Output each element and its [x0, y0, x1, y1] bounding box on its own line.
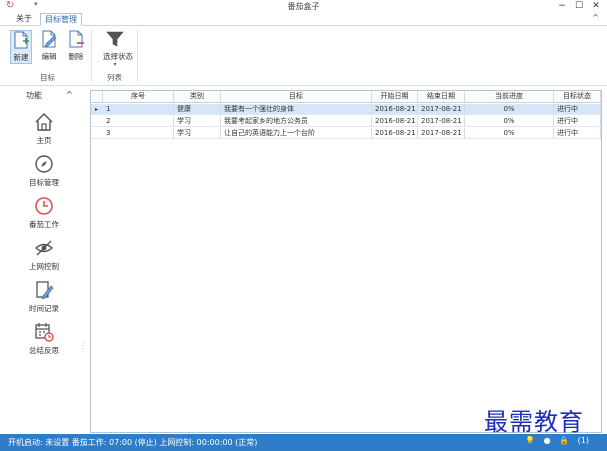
table-row[interactable]: 2 学习 我要考起家乡的地方公务员 2016-08-21 2017-08-21 … [91, 116, 601, 127]
nav-item-pomodoro[interactable]: 番茄工作 [20, 196, 68, 230]
nav-item-home[interactable]: 主页 [20, 112, 68, 146]
new-button-label: 新建 [13, 53, 29, 62]
eye-off-icon [34, 240, 54, 256]
cell-category: 学习 [174, 128, 221, 139]
maximize-button[interactable]: ☐ [572, 0, 586, 12]
table-row[interactable]: ▸ 1 健康 我要有一个强壮的身体 2016-08-21 2017-08-21 … [91, 104, 601, 115]
list-group-label: 列表 [107, 73, 122, 82]
cell-status: 进行中 [554, 128, 601, 139]
cell-goal: 我要有一个强壮的身体 [221, 104, 372, 115]
column-header-start-date[interactable]: 开始日期 [372, 91, 418, 102]
nav-item-internet-control[interactable]: 上网控制 [20, 238, 68, 272]
column-header-status[interactable]: 目标状态 [554, 91, 601, 102]
cell-progress: 0% [465, 104, 554, 115]
compass-icon [35, 155, 53, 173]
ribbon-collapse-button[interactable]: ^ [592, 13, 599, 22]
pencil-edit-icon [36, 281, 54, 300]
nav-item-summary[interactable]: 总结反思 [20, 322, 68, 356]
delete-button-label: 删除 [68, 52, 84, 61]
tab-about[interactable]: 关于 [12, 13, 36, 26]
ribbon-panel: 新建 编辑 删除 目标 选择状态 ▾ 列表 [0, 26, 607, 86]
cell-no: 1 [103, 104, 174, 115]
tomato-icon[interactable]: ● [544, 436, 551, 445]
delete-button[interactable]: 删除 [65, 30, 87, 64]
nav-item-label: 上网控制 [29, 262, 59, 271]
close-button[interactable]: ✕ [589, 0, 603, 12]
delete-document-icon [69, 30, 84, 48]
cell-end-date: 2017-08-21 [418, 116, 465, 127]
chevron-down-icon: ▾ [113, 61, 117, 68]
table-row[interactable]: 3 学习 让自己的英语能力上一个台阶 2016-08-21 2017-08-21… [91, 128, 601, 139]
cell-category: 健康 [174, 104, 221, 115]
cell-start-date: 2016-08-21 [372, 104, 418, 115]
nav-collapse-button[interactable]: ^ [66, 90, 73, 99]
clock-icon [35, 197, 53, 215]
nav-item-label: 番茄工作 [29, 220, 59, 229]
goal-grid: 序号 类别 目标 开始日期 结束日期 当前进度 目标状态 ▸ 1 健康 我要有一… [90, 90, 602, 433]
status-count: (1) [577, 436, 589, 445]
cell-no: 2 [103, 116, 174, 127]
cell-end-date: 2017-08-21 [418, 104, 465, 115]
watermark-text: 最需教育 [484, 408, 584, 436]
lock-icon[interactable]: 🔒 [559, 436, 569, 445]
cell-start-date: 2016-08-21 [372, 128, 418, 139]
edit-document-icon [42, 30, 57, 48]
row-indicator-icon: ▸ [95, 106, 99, 113]
select-status-button[interactable]: 选择状态 ▾ [103, 30, 133, 68]
tab-goal-management[interactable]: 目标管理 [40, 13, 82, 26]
filter-icon [106, 31, 124, 47]
cell-goal: 让自己的英语能力上一个台阶 [221, 128, 372, 139]
edit-button-label: 编辑 [41, 52, 57, 61]
nav-item-label: 目标管理 [29, 178, 59, 187]
status-text: 开机启动: 未设置 番茄工作: 07:00 (停止) 上网控制: 00:00:0… [8, 438, 258, 447]
new-document-icon [14, 31, 29, 49]
nav-item-label: 主页 [36, 136, 52, 145]
nav-item-time-record[interactable]: 时间记录 [20, 280, 68, 314]
nav-item-goal-management[interactable]: 目标管理 [20, 154, 68, 188]
cell-status: 进行中 [554, 104, 601, 115]
ribbon-tab-bar: 关于 目标管理 [0, 12, 607, 26]
title-bar: ↻ ▾ 番茄盒子 − ☐ ✕ [0, 0, 607, 12]
goal-group-label: 目标 [40, 73, 55, 82]
window-title: 番茄盒子 [287, 2, 320, 11]
cell-category: 学习 [174, 116, 221, 127]
home-icon [35, 113, 53, 131]
ribbon-group-divider [91, 30, 92, 82]
nav-header: 功能 [26, 91, 42, 100]
minimize-button[interactable]: − [555, 0, 569, 12]
function-nav-panel: 功能 ^ 主页 目标管理 番茄工作 上网控制 时间记录 总结反思 · · · [0, 88, 86, 433]
status-tray: 💡 ● 🔒 (1) [519, 436, 589, 445]
cell-no: 3 [103, 128, 174, 139]
nav-item-label: 总结反思 [29, 346, 59, 355]
status-bar: 开机启动: 未设置 番茄工作: 07:00 (停止) 上网控制: 00:00:0… [0, 434, 607, 451]
cell-end-date: 2017-08-21 [418, 128, 465, 139]
column-header-no[interactable]: 序号 [103, 91, 174, 102]
edit-button[interactable]: 编辑 [38, 30, 60, 64]
grid-header: 序号 类别 目标 开始日期 结束日期 当前进度 目标状态 [91, 91, 601, 103]
ribbon-group-divider [137, 30, 138, 82]
column-header-progress[interactable]: 当前进度 [465, 91, 554, 102]
bulb-icon[interactable]: 💡 [525, 436, 535, 445]
new-button[interactable]: 新建 [10, 30, 32, 64]
column-header-goal[interactable]: 目标 [221, 91, 372, 102]
cell-progress: 0% [465, 128, 554, 139]
cell-progress: 0% [465, 116, 554, 127]
cell-start-date: 2016-08-21 [372, 116, 418, 127]
calendar-clock-icon [35, 323, 54, 342]
panel-splitter[interactable]: · · · [82, 340, 84, 353]
row-indicator-header [91, 91, 103, 102]
nav-item-label: 时间记录 [29, 304, 59, 313]
column-header-end-date[interactable]: 结束日期 [418, 91, 465, 102]
cell-goal: 我要考起家乡的地方公务员 [221, 116, 372, 127]
column-header-category[interactable]: 类别 [174, 91, 221, 102]
cell-status: 进行中 [554, 116, 601, 127]
